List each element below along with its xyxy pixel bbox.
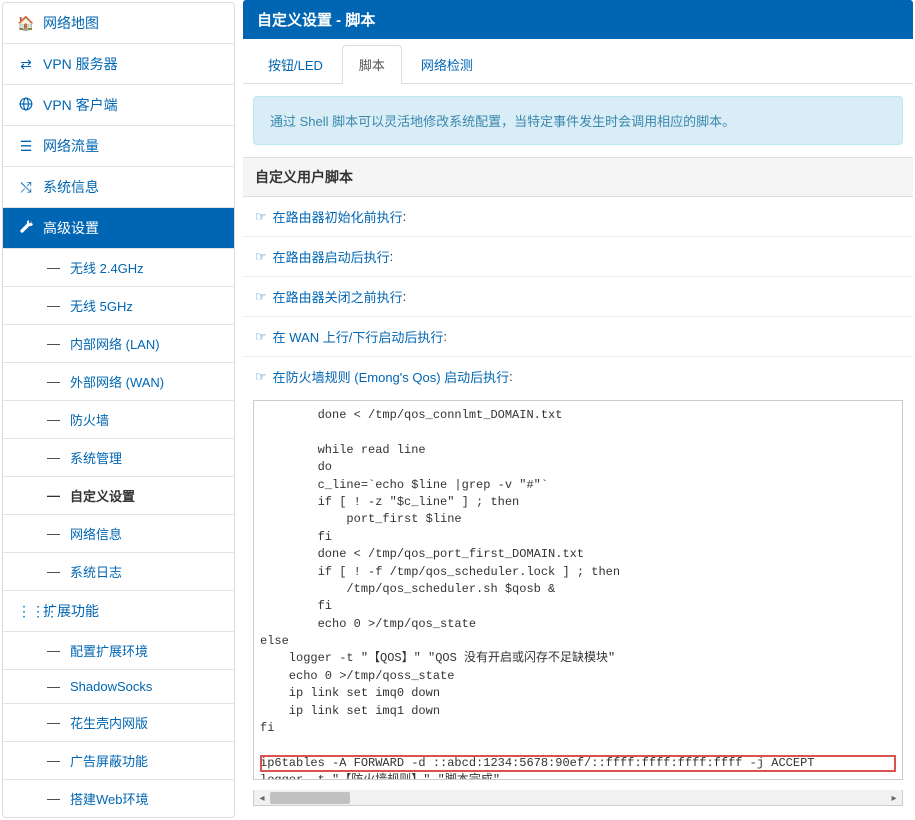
signal-icon: ☰ — [17, 138, 35, 155]
hand-icon: ☞ — [255, 329, 267, 345]
script-row-start[interactable]: ☞ 在路由器启动后执行: — [243, 237, 913, 277]
retweet-icon: ⇄ — [17, 56, 35, 73]
dash-icon: — — [47, 791, 60, 806]
script-row-wan[interactable]: ☞ 在 WAN 上行/下行启动后执行: — [243, 317, 913, 357]
sidebar-label: 高级设置 — [43, 218, 99, 238]
tab-netcheck[interactable]: 网络检测 — [404, 45, 490, 83]
info-box: 通过 Shell 脚本可以灵活地修改系统配置，当特定事件发生时会调用相应的脚本。 — [253, 96, 903, 145]
sidebar-sub-wan[interactable]: —外部网络 (WAN) — [3, 363, 234, 401]
sidebar-sub-adblock[interactable]: —广告屏蔽功能 — [3, 742, 234, 780]
sidebar-item-vpn-server[interactable]: ⇄ VPN 服务器 — [3, 44, 234, 85]
sidebar-sub-shadowsocks[interactable]: —ShadowSocks — [3, 670, 234, 704]
sidebar-item-traffic[interactable]: ☰ 网络流量 — [3, 126, 234, 167]
dash-icon: — — [47, 412, 60, 427]
sidebar-label: 系统信息 — [43, 177, 99, 197]
tab-script[interactable]: 脚本 — [342, 45, 402, 84]
home-icon: 🏠 — [17, 15, 35, 32]
sidebar-sub-sysmanage[interactable]: —系统管理 — [3, 439, 234, 477]
sidebar-sub-extenv[interactable]: —配置扩展环境 — [3, 632, 234, 670]
sidebar-sub-oray[interactable]: —花生壳内网版 — [3, 704, 234, 742]
sidebar-item-vpn-client[interactable]: VPN 客户端 — [3, 85, 234, 126]
hand-icon: ☞ — [255, 369, 267, 385]
dash-icon: — — [47, 488, 60, 503]
sidebar-label: VPN 服务器 — [43, 54, 118, 74]
sidebar-label: 网络地图 — [43, 13, 99, 33]
sidebar-item-network-map[interactable]: 🏠 网络地图 — [3, 3, 234, 44]
dash-icon: — — [47, 260, 60, 275]
hand-icon: ☞ — [255, 289, 267, 305]
script-row-firewall[interactable]: ☞ 在防火墙规则 (Emong's Qos) 启动后执行: — [243, 357, 913, 396]
wrench-icon — [17, 220, 35, 237]
dash-icon: — — [47, 643, 60, 658]
sidebar: 🏠 网络地图 ⇄ VPN 服务器 VPN 客户端 ☰ 网络流量 ⤭ 系统信息 高… — [2, 2, 235, 818]
script-editor-wrap: done < /tmp/qos_connlmt_DOMAIN.txt while… — [253, 400, 903, 780]
dash-icon: — — [47, 374, 60, 389]
sidebar-label: 网络流量 — [43, 136, 99, 156]
grid-icon: ⋮⋮⋮ — [17, 603, 35, 620]
page-title: 自定义设置 - 脚本 — [243, 0, 913, 39]
horizontal-scrollbar[interactable]: ◂ ▸ — [253, 790, 903, 806]
sidebar-sub-lan[interactable]: —内部网络 (LAN) — [3, 325, 234, 363]
scroll-left-icon[interactable]: ◂ — [254, 790, 270, 806]
hand-icon: ☞ — [255, 209, 267, 225]
dash-icon: — — [47, 679, 60, 694]
sidebar-label: VPN 客户端 — [43, 95, 118, 115]
main-content: 自定义设置 - 脚本 按钮/LED 脚本 网络检测 通过 Shell 脚本可以灵… — [237, 0, 915, 820]
dash-icon: — — [47, 715, 60, 730]
sidebar-sub-syslog[interactable]: —系统日志 — [3, 553, 234, 591]
script-row-init[interactable]: ☞ 在路由器初始化前执行: — [243, 197, 913, 237]
dash-icon: — — [47, 336, 60, 351]
sidebar-sub-custom[interactable]: —自定义设置 — [3, 477, 234, 515]
sidebar-item-advanced[interactable]: 高级设置 — [3, 208, 234, 249]
sidebar-sub-netinfo[interactable]: —网络信息 — [3, 515, 234, 553]
dash-icon: — — [47, 526, 60, 541]
sidebar-item-sysinfo[interactable]: ⤭ 系统信息 — [3, 167, 234, 208]
tabs: 按钮/LED 脚本 网络检测 — [243, 39, 913, 84]
scroll-right-icon[interactable]: ▸ — [886, 790, 902, 806]
hand-icon: ☞ — [255, 249, 267, 265]
scroll-thumb[interactable] — [270, 792, 350, 804]
section-header: 自定义用户脚本 — [243, 157, 913, 197]
sidebar-label: 扩展功能 — [43, 601, 99, 621]
dash-icon: — — [47, 753, 60, 768]
sidebar-sub-webenv[interactable]: —搭建Web环境 — [3, 780, 234, 817]
dash-icon: — — [47, 298, 60, 313]
script-row-shutdown[interactable]: ☞ 在路由器关闭之前执行: — [243, 277, 913, 317]
dash-icon: — — [47, 450, 60, 465]
dash-icon: — — [47, 564, 60, 579]
sidebar-sub-firewall[interactable]: —防火墙 — [3, 401, 234, 439]
globe-icon — [17, 97, 35, 114]
random-icon: ⤭ — [17, 179, 35, 196]
tab-button-led[interactable]: 按钮/LED — [251, 45, 340, 83]
sidebar-sub-wireless5[interactable]: —无线 5GHz — [3, 287, 234, 325]
sidebar-sub-wireless24[interactable]: —无线 2.4GHz — [3, 249, 234, 287]
sidebar-item-extensions[interactable]: ⋮⋮⋮ 扩展功能 — [3, 591, 234, 632]
script-textarea[interactable]: done < /tmp/qos_connlmt_DOMAIN.txt while… — [253, 400, 903, 780]
